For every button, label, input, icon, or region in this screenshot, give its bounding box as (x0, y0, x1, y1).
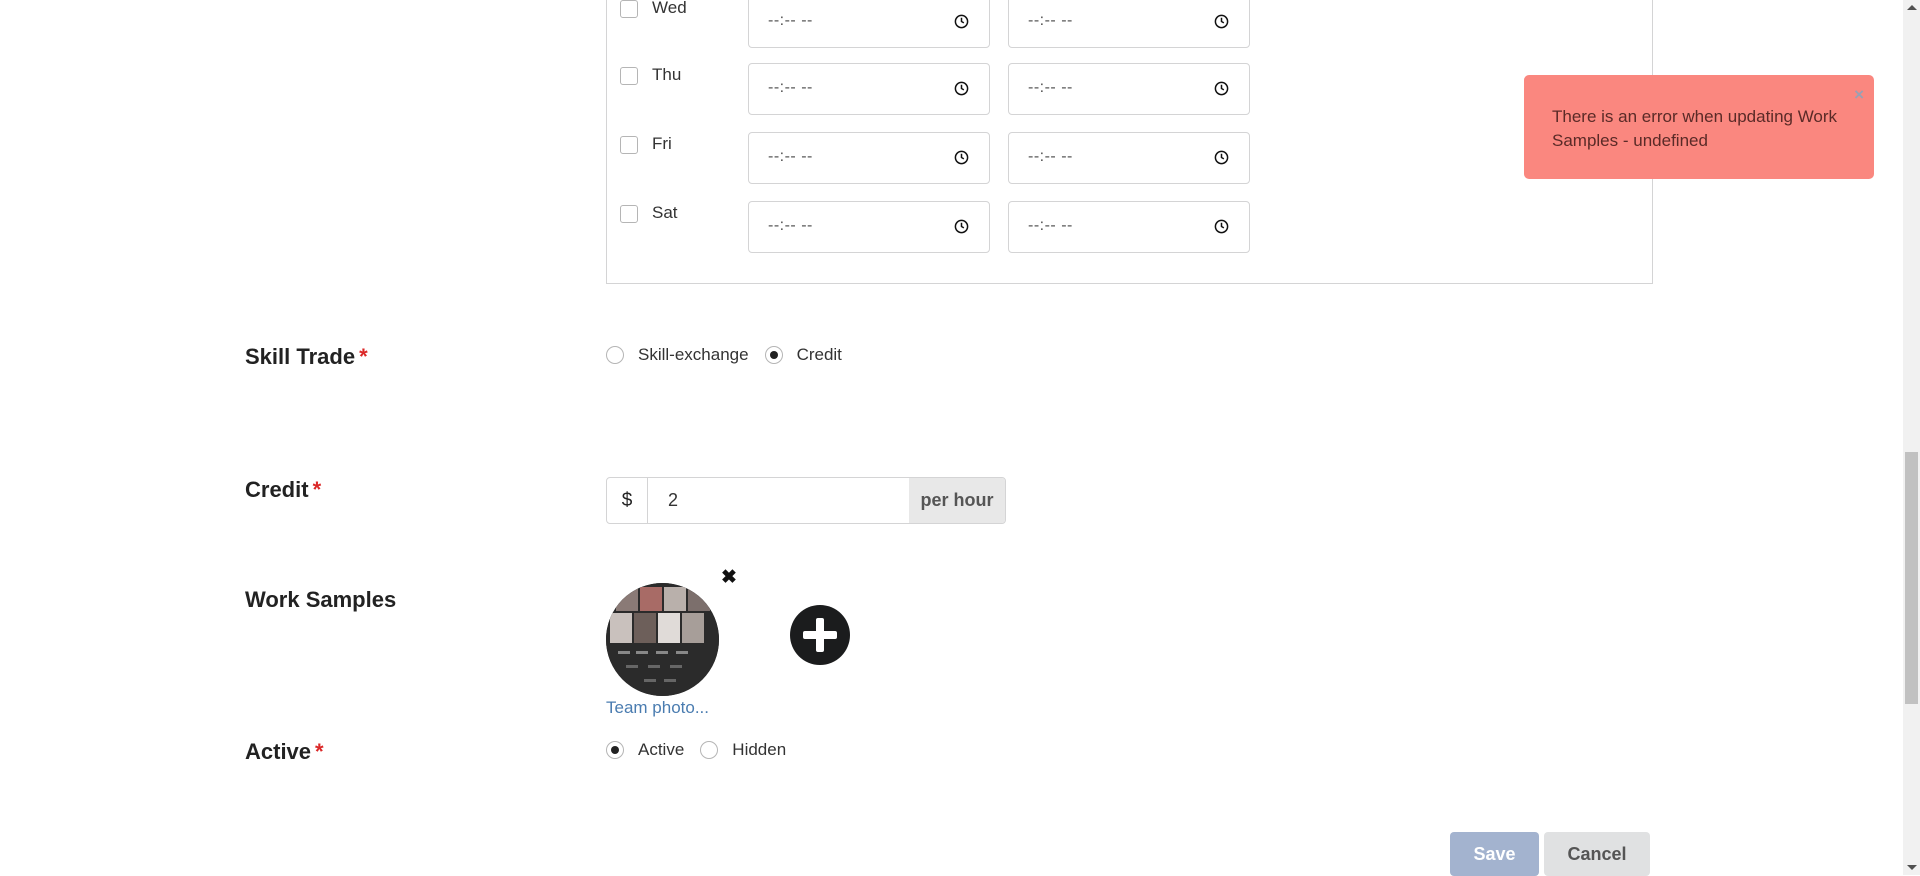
day-row-fri: Fri --:-- -- --:-- -- (620, 132, 1260, 188)
day-checkbox-sat[interactable] (620, 205, 638, 223)
end-time-input[interactable]: --:-- -- (1008, 201, 1250, 253)
scroll-up-arrow-icon[interactable] (1907, 5, 1917, 10)
currency-prefix: $ (607, 478, 648, 523)
day-row-wed: Wed --:-- -- --:-- -- (620, 0, 1260, 52)
vertical-scrollbar[interactable] (1903, 0, 1920, 875)
plus-circle-icon[interactable] (790, 605, 850, 665)
skill-exchange-label[interactable]: Skill-exchange (638, 345, 749, 365)
end-time-input[interactable]: --:-- -- (1008, 132, 1250, 184)
cancel-button[interactable]: Cancel (1544, 832, 1650, 876)
close-icon[interactable]: × (1854, 83, 1864, 107)
day-label: Fri (652, 134, 672, 153)
active-options: Active Hidden (606, 740, 802, 760)
day-label: Thu (652, 65, 682, 84)
error-toast: × There is an error when updating Work S… (1524, 75, 1874, 179)
scroll-down-arrow-icon[interactable] (1907, 865, 1917, 870)
work-samples-label: Work Samples (245, 587, 397, 612)
skill-trade-options: Skill-exchange Credit (606, 345, 858, 365)
work-sample-thumbnail[interactable] (606, 583, 719, 696)
credit-input[interactable]: 2 (648, 478, 909, 523)
scrollbar-thumb[interactable] (1905, 452, 1918, 704)
active-option-label[interactable]: Active (638, 740, 684, 760)
required-mark: * (312, 477, 322, 502)
skill-exchange-radio[interactable] (606, 346, 624, 364)
work-sample-caption[interactable]: Team photo... (606, 698, 709, 718)
active-label: Active * (245, 739, 324, 764)
start-time-input[interactable]: --:-- -- (748, 0, 990, 48)
credit-label: Credit * (245, 477, 322, 502)
end-time-input[interactable]: --:-- -- (1008, 0, 1250, 48)
end-time-input[interactable]: --:-- -- (1008, 63, 1250, 115)
start-time-input[interactable]: --:-- -- (748, 201, 990, 253)
day-label: Sat (652, 203, 678, 222)
clock-icon[interactable] (954, 14, 969, 29)
skill-trade-label: Skill Trade * (245, 344, 368, 369)
remove-sample-icon[interactable]: ✖ (720, 568, 738, 587)
per-hour-suffix: per hour (909, 478, 1005, 523)
clock-icon[interactable] (954, 81, 969, 96)
team-photo-image (606, 583, 719, 696)
day-label: Wed (652, 0, 687, 17)
active-radio[interactable] (606, 741, 624, 759)
day-checkbox-thu[interactable] (620, 67, 638, 85)
credit-option-label[interactable]: Credit (797, 345, 842, 365)
day-checkbox-wed[interactable] (620, 0, 638, 18)
credit-input-group: $ 2 per hour (606, 477, 1006, 524)
start-time-input[interactable]: --:-- -- (748, 132, 990, 184)
required-mark: * (359, 344, 368, 369)
toast-message: There is an error when updating Work Sam… (1552, 107, 1838, 150)
day-checkbox-fri[interactable] (620, 136, 638, 154)
clock-icon[interactable] (954, 150, 969, 165)
clock-icon[interactable] (1214, 150, 1229, 165)
save-button[interactable]: Save (1450, 832, 1539, 876)
day-row-thu: Thu --:-- -- --:-- -- (620, 63, 1260, 119)
clock-icon[interactable] (1214, 219, 1229, 234)
credit-radio[interactable] (764, 346, 783, 364)
hidden-radio[interactable] (700, 741, 719, 759)
clock-icon[interactable] (1214, 81, 1229, 96)
start-time-input[interactable]: --:-- -- (748, 63, 990, 115)
hidden-option-label[interactable]: Hidden (732, 740, 786, 760)
clock-icon[interactable] (954, 219, 969, 234)
required-mark: * (315, 739, 324, 764)
clock-icon[interactable] (1214, 14, 1229, 29)
day-row-sat: Sat --:-- -- --:-- -- (620, 201, 1260, 257)
